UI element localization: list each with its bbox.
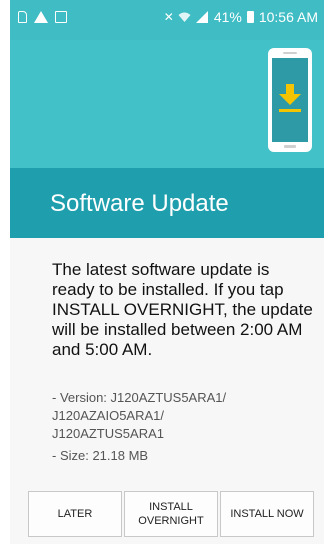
page-title: Software Update — [50, 190, 229, 217]
install-now-button[interactable]: INSTALL NOW — [220, 491, 314, 537]
battery-icon — [246, 11, 254, 23]
wifi-icon — [178, 12, 191, 22]
update-size: - Size: 21.18 MB — [52, 448, 149, 463]
later-button[interactable]: LATER — [28, 491, 122, 537]
clock: 10:56 AM — [258, 9, 318, 25]
sim-card-icon — [18, 11, 27, 23]
status-bar: ✕ 41% 10:56 AM — [10, 0, 324, 40]
phone-speaker — [283, 52, 297, 54]
software-update-screen: ✕ 41% 10:56 AM Software Update The lates… — [10, 0, 324, 544]
gallery-icon — [55, 11, 67, 23]
install-overnight-button[interactable]: INSTALL OVERNIGHT — [124, 491, 218, 537]
download-icon — [279, 84, 301, 112]
warning-icon — [34, 11, 48, 23]
notification-icons — [18, 11, 67, 23]
system-icons: ✕ 41% 10:56 AM — [164, 9, 318, 25]
signal-icon — [195, 11, 208, 23]
update-message: The latest software update is ready to b… — [52, 260, 313, 359]
version-line-3: J120AZTUS5ARA1 — [52, 426, 164, 441]
phone-home-button — [284, 145, 296, 148]
version-line-2: J120AZAIO5ARA1/ — [52, 408, 164, 423]
version-line-1: - Version: J120AZTUS5ARA1/ — [52, 390, 227, 405]
mute-icon: ✕ — [163, 10, 174, 24]
battery-percent: 41% — [213, 9, 242, 25]
